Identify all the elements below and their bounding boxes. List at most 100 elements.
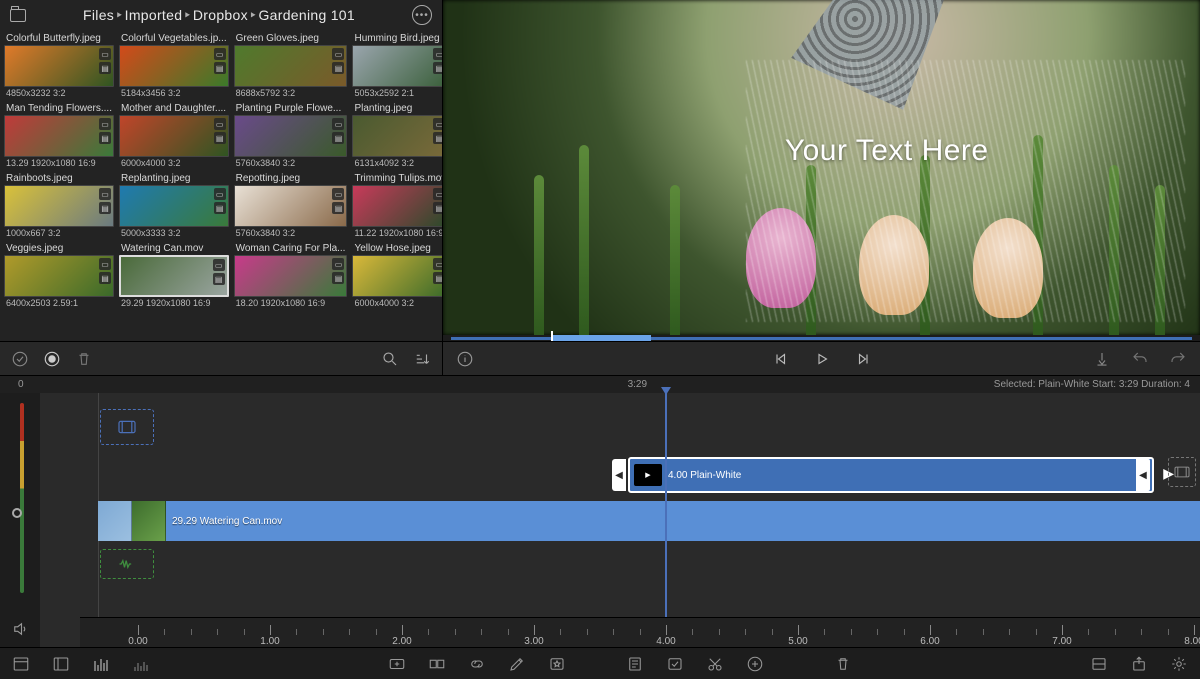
timeline-ruler[interactable]: 0.001.002.003.004.005.006.007.008.00 [80, 617, 1200, 647]
lock-icon: ▤ [214, 132, 226, 144]
video-clip-label: 29.29 Watering Can.mov [172, 516, 282, 527]
media-thumb-meta: 5000x3333 3:2 [119, 227, 229, 239]
delete-icon[interactable] [832, 653, 854, 675]
overlay-track[interactable] [40, 409, 1200, 453]
media-thumb[interactable]: Colorful Vegetables.jp...▭▤5184x3456 3:2 [119, 32, 229, 99]
preview-canvas: Your Text Here [443, 0, 1200, 335]
ruler-label: 3.00 [524, 636, 543, 647]
edit-icon[interactable] [506, 653, 528, 675]
ruler-label: 1.00 [260, 636, 279, 647]
empty-overlay-slot[interactable] [100, 409, 154, 445]
media-thumb[interactable]: Planting Purple Flowe...▭▤5760x3840 3:2 [234, 102, 348, 169]
media-thumb-meta: 5184x3456 3:2 [119, 87, 229, 99]
track-indicator-dot[interactable] [12, 508, 22, 518]
cut-icon[interactable] [704, 653, 726, 675]
empty-audio-slot[interactable] [100, 549, 154, 579]
video-clip[interactable]: 29.29 Watering Can.mov [98, 501, 1200, 541]
media-thumb[interactable]: Yellow Hose.jpeg▭▤6000x4000 3:2 [352, 242, 442, 309]
filmstrip-icon: ▭ [99, 258, 111, 270]
play-button[interactable] [812, 349, 832, 369]
marker-icon[interactable] [1092, 349, 1112, 369]
media-thumb-meta: 8688x5792 3:2 [234, 87, 348, 99]
timeline-gutter [0, 393, 40, 647]
media-thumb-meta: 5053x2592 2:1 [352, 87, 442, 99]
filmstrip-icon: ▭ [99, 188, 111, 200]
lock-icon: ▤ [433, 62, 442, 74]
checkbox-icon[interactable] [664, 653, 686, 675]
favorite-icon[interactable] [546, 653, 568, 675]
media-thumb[interactable]: Watering Can.mov▭▤29.29 1920x1080 16:9 [119, 242, 229, 309]
title-track[interactable]: 4.00 Plain-White ▶ [40, 457, 1200, 497]
media-thumb[interactable]: Colorful Butterfly.jpeg▭▤4850x3232 3:2 [4, 32, 114, 99]
media-thumb[interactable]: Replanting.jpeg▭▤5000x3333 3:2 [119, 172, 229, 239]
timeline[interactable]: 4.00 Plain-White ▶ 29.29 Watering Can.mo… [0, 393, 1200, 647]
media-thumb[interactable]: Rainboots.jpeg▭▤1000x667 3:2 [4, 172, 114, 239]
lock-icon: ▤ [433, 272, 442, 284]
next-frame-button[interactable] [854, 349, 874, 369]
timeline-status-row: 0 3:29 Selected: Plain-White Start: 3:29… [0, 375, 1200, 393]
audio-track[interactable] [40, 549, 1200, 585]
link-icon[interactable] [466, 653, 488, 675]
clip-trim-left[interactable] [612, 459, 626, 491]
media-thumb[interactable]: Veggies.jpeg▭▤6400x2503 2.59:1 [4, 242, 114, 309]
selection-status: Selected: Plain-White Start: 3:29 Durati… [994, 379, 1190, 390]
waveform-icon[interactable] [130, 653, 152, 675]
media-thumb-meta: 5760x3840 3:2 [234, 227, 348, 239]
media-thumb[interactable]: Humming Bird.jpeg▭▤5053x2592 2:1 [352, 32, 442, 99]
filmstrip-icon: ▭ [99, 118, 111, 130]
clip-trim-right[interactable] [1136, 459, 1150, 491]
playhead[interactable] [665, 393, 667, 617]
trash-icon[interactable] [74, 349, 94, 369]
filmstrip-icon: ▭ [332, 48, 344, 60]
media-thumb-meta: 5760x3840 3:2 [234, 157, 348, 169]
filmstrip-icon: ▭ [214, 118, 226, 130]
search-icon[interactable] [380, 349, 400, 369]
media-thumb-name: Veggies.jpeg [4, 242, 114, 255]
prev-frame-button[interactable] [770, 349, 790, 369]
media-thumb[interactable]: Green Gloves.jpeg▭▤8688x5792 3:2 [234, 32, 348, 99]
media-thumb-meta: 6131x4092 3:2 [352, 157, 442, 169]
levels-icon[interactable] [90, 653, 112, 675]
media-thumb[interactable]: Repotting.jpeg▭▤5760x3840 3:2 [234, 172, 348, 239]
sort-icon[interactable] [412, 349, 432, 369]
lock-icon: ▤ [332, 62, 344, 74]
undo-icon[interactable] [1130, 349, 1150, 369]
title-clip[interactable]: 4.00 Plain-White ▶ [628, 457, 1154, 493]
media-thumb[interactable]: Planting.jpeg▭▤6131x4092 3:2 [352, 102, 442, 169]
settings-icon[interactable] [1168, 653, 1190, 675]
add-title-slot[interactable] [1168, 457, 1196, 487]
record-icon[interactable] [42, 349, 62, 369]
add-icon[interactable] [744, 653, 766, 675]
media-thumb[interactable]: Woman Caring For Pla...▭▤18.20 1920x1080… [234, 242, 348, 309]
library-toggle-icon[interactable] [50, 653, 72, 675]
lock-icon: ▤ [99, 202, 111, 214]
preview-viewer[interactable]: Your Text Here [443, 0, 1200, 335]
notes-icon[interactable] [624, 653, 646, 675]
filmstrip-icon: ▭ [332, 258, 344, 270]
media-thumb[interactable]: Mother and Daughter....▭▤6000x4000 3:2 [119, 102, 229, 169]
approve-icon[interactable] [10, 349, 30, 369]
title-overlay-text[interactable]: Your Text Here [785, 134, 989, 168]
transition-icon[interactable] [426, 653, 448, 675]
media-thumb[interactable]: Trimming Tulips.mov▭▤11.22 1920x1080 16:… [352, 172, 442, 239]
filmstrip-icon: ▭ [214, 188, 226, 200]
breadcrumb[interactable]: Files‣Imported‣Dropbox‣Gardening 101 [34, 7, 404, 24]
video-track[interactable]: 29.29 Watering Can.mov [40, 501, 1200, 545]
redo-icon[interactable] [1168, 349, 1188, 369]
media-thumb-name: Humming Bird.jpeg [352, 32, 442, 45]
title-clip-thumb [634, 464, 662, 486]
fullscreen-icon[interactable] [1088, 653, 1110, 675]
media-thumb-meta: 6000x4000 3:2 [352, 297, 442, 309]
media-thumb-name: Woman Caring For Pla... [234, 242, 348, 255]
add-media-icon[interactable] [386, 653, 408, 675]
layout-icon[interactable] [10, 653, 32, 675]
more-options-button[interactable]: ••• [412, 5, 432, 25]
info-icon[interactable] [455, 349, 475, 369]
lock-icon: ▤ [332, 202, 344, 214]
mute-icon[interactable] [10, 619, 30, 639]
media-thumb[interactable]: Man Tending Flowers....▭▤13.29 1920x1080… [4, 102, 114, 169]
preview-panel: Your Text Here [443, 0, 1200, 375]
folder-icon[interactable] [10, 9, 26, 22]
lock-icon: ▤ [332, 132, 344, 144]
share-icon[interactable] [1128, 653, 1150, 675]
